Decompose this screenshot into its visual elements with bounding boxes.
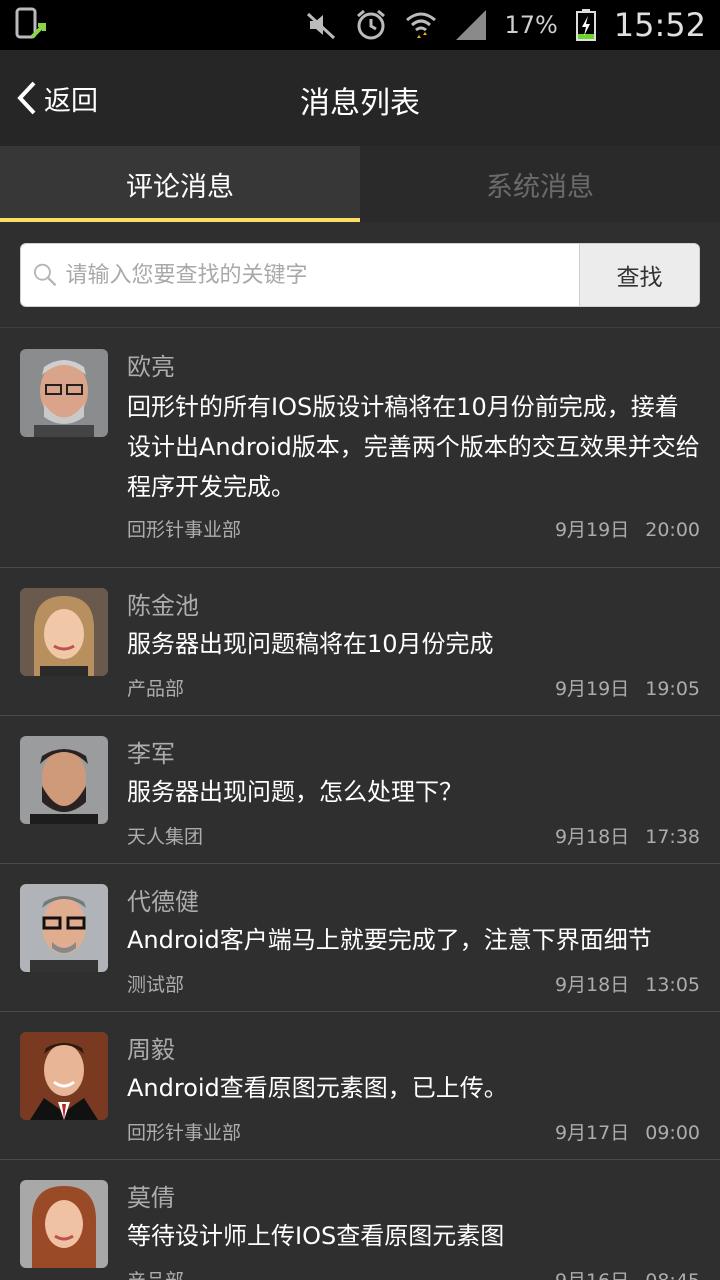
- message-time: 9月18日 17:38: [554, 826, 700, 848]
- sender-name: 李军: [127, 740, 175, 768]
- app-update-icon: [15, 7, 46, 39]
- search-icon: [33, 263, 57, 287]
- message-text: Android查看原图元素图，已上传。: [127, 1074, 508, 1102]
- search-section: 查找: [0, 222, 720, 328]
- list-item[interactable]: 周毅 Android查看原图元素图，已上传。 回形针事业部 9月17日 09:0…: [0, 1012, 720, 1160]
- sender-department: 测试部: [127, 974, 185, 996]
- list-item[interactable]: 欧亮 回形针的所有IOS版设计稿将在10月份前完成，接着设计出Android版本…: [0, 329, 720, 568]
- sender-department: 天人集团: [127, 826, 204, 848]
- mute-icon: [307, 12, 336, 40]
- list-item[interactable]: 陈金池 服务器出现问题稿将在10月份完成 产品部 9月19日 19:05: [0, 568, 720, 716]
- tab-system[interactable]: 系统消息: [360, 146, 720, 222]
- signal-icon: [456, 10, 487, 40]
- avatar: [20, 884, 108, 972]
- avatar: [20, 349, 108, 437]
- search-input[interactable]: [65, 262, 579, 288]
- search-field: [21, 244, 579, 306]
- list-item[interactable]: 代德健 Android客户端马上就要完成了，注意下界面细节 测试部 9月18日 …: [0, 864, 720, 1012]
- page-title: 消息列表: [300, 86, 420, 121]
- sender-name: 代德健: [127, 888, 199, 916]
- message-list: 欧亮 回形针的所有IOS版设计稿将在10月份前完成，接着设计出Android版本…: [0, 329, 720, 1280]
- message-text: 回形针的所有IOS版设计稿将在10月份前完成，接着设计出Android版本，完善…: [127, 393, 700, 501]
- list-item[interactable]: 莫倩 等待设计师上传IOS查看原图元素图 产品部 9月16日 08:45: [0, 1160, 720, 1280]
- message-text: 服务器出现问题，怎么处理下？: [127, 778, 463, 806]
- avatar: [20, 1032, 108, 1120]
- tab-bar: 评论消息 系统消息: [0, 146, 720, 222]
- sender-department: 产品部: [127, 1266, 184, 1280]
- alarm-icon: [357, 9, 386, 40]
- message-time: 9月19日 20:00: [554, 519, 700, 541]
- sender-department: 回形针事业部: [127, 519, 242, 541]
- header-bar: 返回 消息列表: [0, 50, 720, 146]
- battery-charging-icon: [575, 9, 596, 41]
- message-text: 等待设计师上传IOS查看原图元素图: [127, 1222, 505, 1250]
- wifi-icon: [406, 12, 437, 38]
- status-bar: 17% 15:52: [0, 0, 720, 50]
- sender-department: 回形针事业部: [127, 1122, 242, 1144]
- message-time: 9月19日 19:05: [554, 678, 700, 700]
- message-time: 9月18日 13:05: [554, 974, 700, 996]
- message-time: 9月17日 09:00: [554, 1122, 700, 1144]
- sender-name: 陈金池: [127, 592, 199, 620]
- battery-percent: 17%: [504, 11, 558, 39]
- sender-name: 欧亮: [127, 353, 175, 381]
- message-text: 服务器出现问题稿将在10月份完成: [127, 630, 494, 658]
- sender-department: 产品部: [127, 678, 185, 700]
- message-text: Android客户端马上就要完成了，注意下界面细节: [127, 926, 652, 954]
- clock: 15:52: [613, 6, 706, 44]
- avatar: [20, 588, 108, 676]
- avatar: [20, 736, 108, 824]
- sender-name: 周毅: [127, 1036, 175, 1064]
- list-item[interactable]: 李军 服务器出现问题，怎么处理下？ 天人集团 9月18日 17:38: [0, 716, 720, 864]
- avatar: [20, 1180, 108, 1268]
- search-bar: 查找: [20, 243, 700, 307]
- tab-comments[interactable]: 评论消息: [0, 146, 360, 222]
- message-time: 9月16日 08:45: [555, 1266, 700, 1280]
- sender-name: 莫倩: [127, 1184, 175, 1212]
- search-button[interactable]: 查找: [579, 244, 699, 306]
